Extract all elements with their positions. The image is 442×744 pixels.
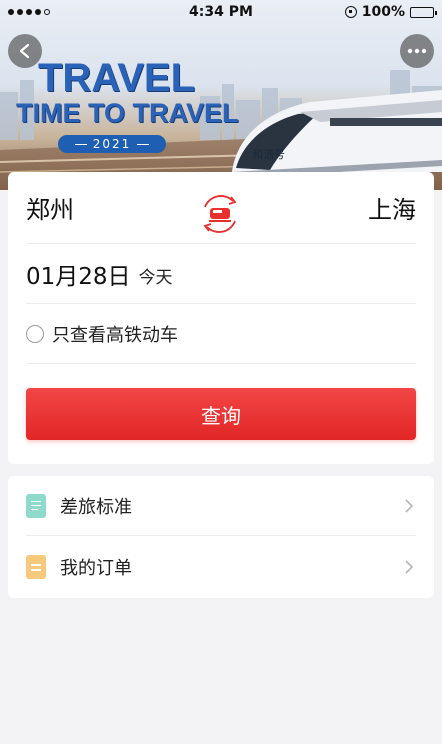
ticket-search-card: 郑州 上海 01月28日 今天 只查看高铁动车 查询: [8, 172, 434, 464]
train-sign-text: 和谐号: [252, 147, 285, 161]
back-button[interactable]: [8, 34, 42, 68]
menu-card: 差旅标准 我的订单: [8, 476, 434, 598]
travel-date: 01月28日: [26, 263, 131, 290]
banner-subtitle: TIME TO TRAVEL: [16, 98, 239, 128]
menu-item-travel-standard[interactable]: 差旅标准: [26, 476, 416, 536]
chevron-right-icon: [405, 560, 414, 574]
more-dots-icon: [407, 48, 427, 54]
banner-year-badge: 2021: [58, 135, 166, 153]
date-selector[interactable]: 01月28日 今天: [26, 244, 416, 304]
travel-banner: 和谐号 TRAVEL TIME TO TRAVEL 2021: [0, 0, 442, 190]
high-speed-radio[interactable]: [26, 324, 44, 343]
high-speed-filter-label: 只查看高铁动车: [52, 324, 178, 346]
query-button[interactable]: 查询: [26, 388, 416, 440]
banner-title: TRAVEL: [38, 56, 196, 100]
travel-date-note: 今天: [138, 268, 173, 288]
from-city[interactable]: 郑州: [26, 190, 74, 225]
menu-item-my-orders[interactable]: 我的订单: [26, 537, 416, 597]
menu-item-label: 我的订单: [60, 558, 132, 579]
menu-item-label: 差旅标准: [60, 496, 132, 518]
status-time: 4:34 PM: [189, 4, 253, 20]
orientation-lock-icon: [344, 6, 357, 18]
train-swap-icon[interactable]: [195, 189, 245, 239]
banner-year: 2021: [92, 137, 132, 151]
order-list-icon: [26, 555, 46, 579]
high-speed-filter[interactable]: 只查看高铁动车: [26, 304, 416, 364]
battery-icon: [410, 6, 437, 18]
more-button[interactable]: [400, 34, 434, 68]
status-bar: 4:34 PM 100%: [0, 0, 442, 24]
chevron-left-icon: [19, 43, 30, 59]
chevron-right-icon: [405, 498, 414, 513]
to-city[interactable]: 上海: [368, 190, 416, 225]
document-icon: [26, 493, 46, 518]
